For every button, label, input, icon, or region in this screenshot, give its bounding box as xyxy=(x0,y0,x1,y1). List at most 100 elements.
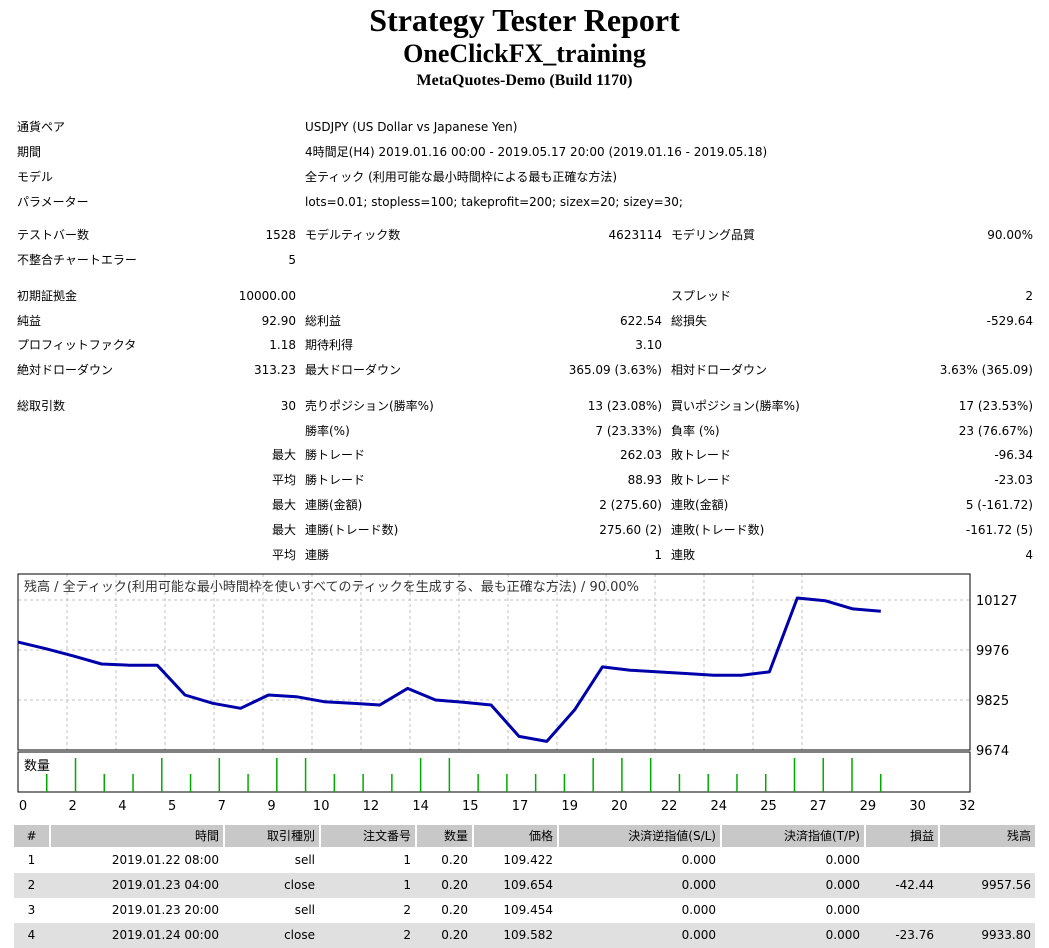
table-row: 1 2019.01.22 08:00 sell 1 0.20 109.422 0.000 0.… xyxy=(14,848,1035,873)
bars-label: テストバー数 xyxy=(17,228,90,242)
table-cell: 1 xyxy=(27,853,36,867)
spread-label: スプレッド xyxy=(671,289,732,303)
table-row: 3 2019.01.23 20:00 sell 2 0.20 109.454 0.000 0.… xyxy=(14,898,1035,923)
table-cell: 2 xyxy=(27,878,36,892)
table-row: 4 2019.01.24 00:00 close 2 0.20 109.582 0.000 0… xyxy=(14,923,1035,948)
report-title: Strategy Tester Report xyxy=(369,2,680,38)
y-tick-label: 10127 xyxy=(976,594,1017,609)
qualifier-max: 最大 xyxy=(271,498,296,512)
max-consec-win-value: 2 (275.60) xyxy=(599,498,662,512)
table-cell: 109.422 xyxy=(503,853,553,867)
gross-loss-label: 総損失 xyxy=(671,314,708,328)
period-value: 4時間足(H4) 2019.01.16 00:00 - 2019.05.17 2… xyxy=(305,145,768,159)
table-cell: 2019.01.24 00:00 xyxy=(111,928,219,942)
errors-value: 5 xyxy=(288,253,296,267)
ticks-value: 4623114 xyxy=(608,228,662,242)
table-cell xyxy=(866,898,938,923)
long-label: 買いポジション(勝率%) xyxy=(671,399,800,413)
rel-dd-label: 相対ドローダウン xyxy=(671,363,768,377)
avg-win-label: 勝トレード xyxy=(305,473,366,487)
net-value: 92.90 xyxy=(261,314,296,328)
table-cell: 0.000 xyxy=(681,853,716,867)
loss-rate-label: 負率 (%) xyxy=(671,424,720,438)
table-cell: 2 xyxy=(403,903,411,917)
expected-value: 3.10 xyxy=(635,338,662,352)
table-cell: 0.20 xyxy=(441,903,468,917)
table-cell: 1 xyxy=(403,878,411,892)
max-consec-profit-value: 275.60 (2) xyxy=(599,523,662,537)
errors-label: 不整合チャートエラー xyxy=(17,253,137,267)
x-tick-label: 14 xyxy=(412,799,429,814)
spread-value: 2 xyxy=(1025,289,1033,303)
table-header-cell: 時間 xyxy=(51,825,223,847)
max-consec-profit-label: 連勝(トレード数) xyxy=(305,523,399,537)
table-cell: close xyxy=(284,928,315,942)
largest-win-value: 262.03 xyxy=(620,448,662,462)
max-consec-win-label: 連勝(金額) xyxy=(305,498,363,512)
x-tick-label: 0 xyxy=(19,799,27,814)
short-label: 売りポジション(勝率%) xyxy=(305,399,434,413)
deposit-value: 10000.00 xyxy=(238,289,296,303)
x-tick-label: 27 xyxy=(810,799,827,814)
volume-plot-frame xyxy=(17,751,971,793)
x-tick-label: 5 xyxy=(168,799,176,814)
symbol-value: USDJPY (US Dollar vs Japanese Yen) xyxy=(305,120,518,134)
x-tick-label: 17 xyxy=(512,799,529,814)
chart-title: 残高 / 全ティック(利用可能な最小時間枠を使いすべてのティックを生成する、最も… xyxy=(24,579,639,595)
x-tick-label: 9 xyxy=(267,799,275,814)
table-cell: 0.000 xyxy=(825,853,860,867)
total-trades-label: 総取引数 xyxy=(17,399,66,413)
x-tick-label: 7 xyxy=(218,799,226,814)
table-cell: 2 xyxy=(403,928,411,942)
model-value: 全ティック (利用可能な最小時間枠による最も正確な方法) xyxy=(305,170,618,184)
y-tick-label: 9825 xyxy=(976,694,1009,709)
abs-dd-value: 313.23 xyxy=(254,363,296,377)
table-header-cell: 残高 xyxy=(940,825,1035,847)
short-value: 13 (23.08%) xyxy=(587,399,662,413)
avg-win-value: 88.93 xyxy=(627,473,662,487)
balance-line xyxy=(17,596,881,743)
max-dd-label: 最大ドローダウン xyxy=(305,363,402,377)
avg-consec-win-label: 連勝 xyxy=(305,548,330,562)
pf-label: プロフィットファクタ xyxy=(17,338,137,352)
balance-chart: 残高 / 全ティック(利用可能な最小時間枠を使いすべてのティックを生成する、最も… xyxy=(17,573,1017,814)
gross-profit-value: 622.54 xyxy=(620,314,662,328)
max-consec-lossamt-label: 連敗(トレード数) xyxy=(671,523,765,537)
qualifier-avg: 平均 xyxy=(271,473,296,487)
table-cell: 0.000 xyxy=(825,928,860,942)
long-value: 17 (23.53%) xyxy=(958,399,1033,413)
table-row: 2 2019.01.23 04:00 close 1 0.20 109.654 0.000 0… xyxy=(14,873,1035,898)
table-header-cell: 取引種別 xyxy=(225,825,319,847)
x-tick-label: 29 xyxy=(860,799,877,814)
deposit-label: 初期証拠金 xyxy=(17,289,78,303)
table-cell: 0.000 xyxy=(825,878,860,892)
table-header-cell: 決済指値(T/P) xyxy=(722,825,864,847)
table-cell: 0.20 xyxy=(441,853,468,867)
x-tick-label: 22 xyxy=(661,799,678,814)
table-cell: 9957.56 xyxy=(981,878,1031,892)
expert-name: OneClickFX_training xyxy=(403,39,646,68)
avg-consec-win-value: 1 xyxy=(654,548,662,562)
server-build: MetaQuotes-Demo (Build 1170) xyxy=(416,72,633,89)
table-cell: 9933.80 xyxy=(981,928,1031,942)
table-header-cell: 数量 xyxy=(417,825,472,847)
table-cell: -23.76 xyxy=(895,928,934,942)
gross-profit-label: 総利益 xyxy=(305,314,342,328)
y-tick-label: 9674 xyxy=(976,744,1009,759)
table-cell: close xyxy=(284,878,315,892)
x-tick-label: 4 xyxy=(118,799,126,814)
table-cell: 0.20 xyxy=(441,928,468,942)
x-tick-label: 20 xyxy=(611,799,628,814)
loss-rate-value: 23 (76.67%) xyxy=(958,424,1033,438)
x-tick-label: 2 xyxy=(69,799,77,814)
win-rate-label: 勝率(%) xyxy=(305,424,350,438)
y-tick-label: 9976 xyxy=(976,644,1009,659)
table-cell: 0.000 xyxy=(825,903,860,917)
largest-loss-label: 敗トレード xyxy=(671,448,732,462)
ticks-label: モデルティック数 xyxy=(305,228,401,242)
table-cell xyxy=(940,898,1035,923)
table-cell: 0.20 xyxy=(441,878,468,892)
x-tick-label: 32 xyxy=(959,799,976,814)
params-label: パラメーター xyxy=(17,195,89,209)
abs-dd-label: 絶対ドローダウン xyxy=(17,363,114,377)
